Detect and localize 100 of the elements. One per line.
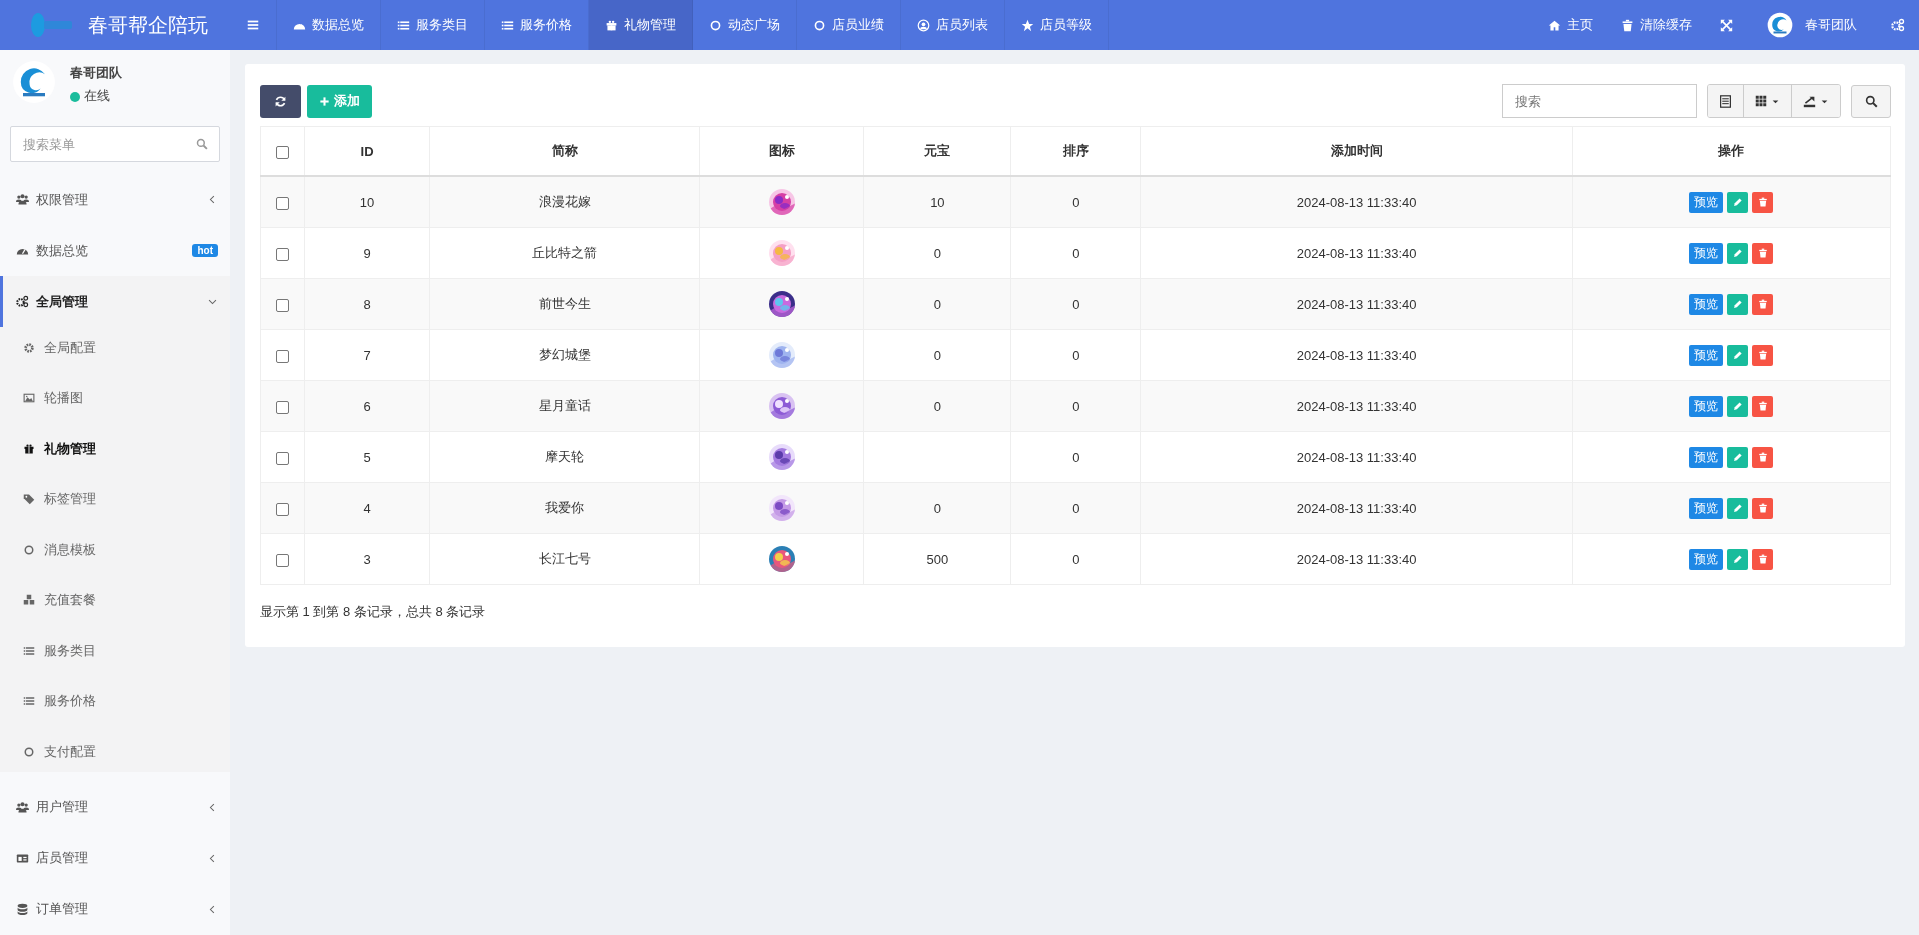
preview-button[interactable]: 预览 xyxy=(1689,191,1724,213)
name-cell: 我爱你 xyxy=(545,500,585,515)
submenu-item[interactable]: 标签管理 xyxy=(0,478,230,520)
search-button[interactable] xyxy=(1851,84,1891,118)
pencil-icon xyxy=(1732,451,1744,463)
sort-cell: 0 xyxy=(1072,449,1080,465)
name-cell: 丘比特之箭 xyxy=(532,245,598,260)
delete-button[interactable] xyxy=(1752,191,1774,213)
checkbox[interactable] xyxy=(276,298,289,312)
gift-icon xyxy=(605,18,618,32)
preview-button[interactable]: 预览 xyxy=(1689,446,1724,468)
delete-button[interactable] xyxy=(1752,395,1774,417)
submenu-item[interactable]: 服务类目 xyxy=(0,630,230,671)
preview-button[interactable]: 预览 xyxy=(1689,242,1724,264)
edit-button[interactable] xyxy=(1727,293,1749,315)
trash-icon xyxy=(1757,554,1768,564)
clear-cache-link[interactable]: 清除缓存 xyxy=(1607,0,1706,50)
search-icon xyxy=(1864,94,1878,108)
edit-button[interactable] xyxy=(1727,548,1749,570)
list-icon xyxy=(23,644,35,657)
submenu-item[interactable]: 支付配置 xyxy=(0,731,230,772)
checkbox[interactable] xyxy=(276,400,289,414)
refresh-button[interactable] xyxy=(260,84,301,118)
edit-button[interactable] xyxy=(1727,497,1749,519)
nav-tab[interactable]: 数据总览 xyxy=(277,0,381,50)
edit-button[interactable] xyxy=(1727,446,1749,468)
cubes-icon xyxy=(23,594,35,606)
time-cell: 2024-08-13 11:33:40 xyxy=(1296,194,1417,210)
submenu-item[interactable]: 消息模板 xyxy=(0,529,230,570)
amount-cell: 0 xyxy=(933,296,941,312)
sidebar-item[interactable]: 权限管理 xyxy=(0,174,230,225)
edit-button[interactable] xyxy=(1727,395,1749,417)
sidebar-item[interactable]: 订单管理 xyxy=(0,883,230,935)
delete-button[interactable] xyxy=(1752,548,1774,570)
sort-cell: 0 xyxy=(1072,347,1080,363)
sidebar-item[interactable]: 全局管理 xyxy=(0,276,230,327)
menu-search-field[interactable]: 搜索菜单 xyxy=(10,126,220,162)
submenu-item[interactable]: 服务价格 xyxy=(0,680,230,722)
add-button[interactable]: 添加 xyxy=(307,84,372,118)
submenu-item[interactable]: 全局配置 xyxy=(0,327,230,368)
checkbox[interactable] xyxy=(276,451,289,465)
submenu-item[interactable]: 轮播图 xyxy=(0,377,230,419)
sidebar-item[interactable]: 用户管理 xyxy=(0,781,230,833)
preview-button[interactable]: 预览 xyxy=(1689,497,1724,519)
grid-icon xyxy=(1755,95,1767,107)
home-link[interactable]: 主页 xyxy=(1534,0,1607,50)
id-cell: 8 xyxy=(363,296,371,312)
id-cell: 9 xyxy=(363,245,371,261)
edit-button[interactable] xyxy=(1727,191,1749,213)
checkbox[interactable] xyxy=(276,349,289,363)
edit-button[interactable] xyxy=(1727,344,1749,366)
submenu-item[interactable]: 礼物管理 xyxy=(0,428,230,469)
export-icon xyxy=(1803,94,1816,108)
nav-tab[interactable]: 礼物管理 xyxy=(589,0,693,50)
user-menu[interactable]: 春哥团队 xyxy=(1747,0,1877,50)
sidebar-item[interactable]: 数据总览 hot xyxy=(0,225,230,276)
checkbox[interactable] xyxy=(276,196,289,210)
checkbox[interactable] xyxy=(276,247,289,261)
columns-button[interactable] xyxy=(1743,85,1791,117)
export-button[interactable] xyxy=(1791,85,1840,117)
delete-button[interactable] xyxy=(1752,242,1774,264)
nav-tab[interactable]: 店员业绩 xyxy=(797,0,901,50)
preview-button[interactable]: 预览 xyxy=(1689,395,1724,417)
id-card-icon xyxy=(16,851,29,865)
delete-button[interactable] xyxy=(1752,497,1774,519)
name-cell: 星月童话 xyxy=(538,398,591,413)
amount-cell: 10 xyxy=(930,194,945,210)
name-cell: 浪漫花嫁 xyxy=(538,194,591,209)
checkbox[interactable] xyxy=(276,553,289,567)
checkbox[interactable] xyxy=(276,502,289,516)
pencil-icon xyxy=(1732,298,1744,310)
card-view-button[interactable] xyxy=(1708,85,1743,117)
circle-icon xyxy=(813,18,826,32)
edit-button[interactable] xyxy=(1727,242,1749,264)
search-field[interactable]: 搜索 xyxy=(1502,84,1697,118)
id-cell: 6 xyxy=(363,398,371,414)
name-cell: 长江七号 xyxy=(538,551,591,566)
nav-tab[interactable]: 动态广场 xyxy=(693,0,797,50)
submenu-item[interactable]: 充值套餐 xyxy=(0,579,230,621)
column-header: 操作 xyxy=(1718,143,1745,158)
nav-tab[interactable]: 服务类目 xyxy=(381,0,485,50)
column-header: ID xyxy=(360,143,374,159)
gift-icon xyxy=(23,442,35,455)
amount-cell: 0 xyxy=(933,500,941,516)
star-icon xyxy=(1021,18,1034,32)
circle-icon xyxy=(23,543,35,556)
sidebar-item[interactable]: 店员管理 xyxy=(0,832,230,884)
delete-button[interactable] xyxy=(1752,344,1774,366)
delete-button[interactable] xyxy=(1752,446,1774,468)
preview-button[interactable]: 预览 xyxy=(1689,293,1724,315)
brand-title: 春哥帮企陪玩 xyxy=(88,12,208,38)
nav-tab[interactable]: 店员等级 xyxy=(1005,0,1109,50)
preview-button[interactable]: 预览 xyxy=(1689,344,1724,366)
checkbox[interactable] xyxy=(276,145,289,159)
logo-icon xyxy=(28,12,74,38)
nav-tab[interactable]: 店员列表 xyxy=(901,0,1005,50)
amount-cell: 0 xyxy=(933,245,941,261)
preview-button[interactable]: 预览 xyxy=(1689,548,1724,570)
id-cell: 3 xyxy=(363,551,371,567)
delete-button[interactable] xyxy=(1752,293,1774,315)
